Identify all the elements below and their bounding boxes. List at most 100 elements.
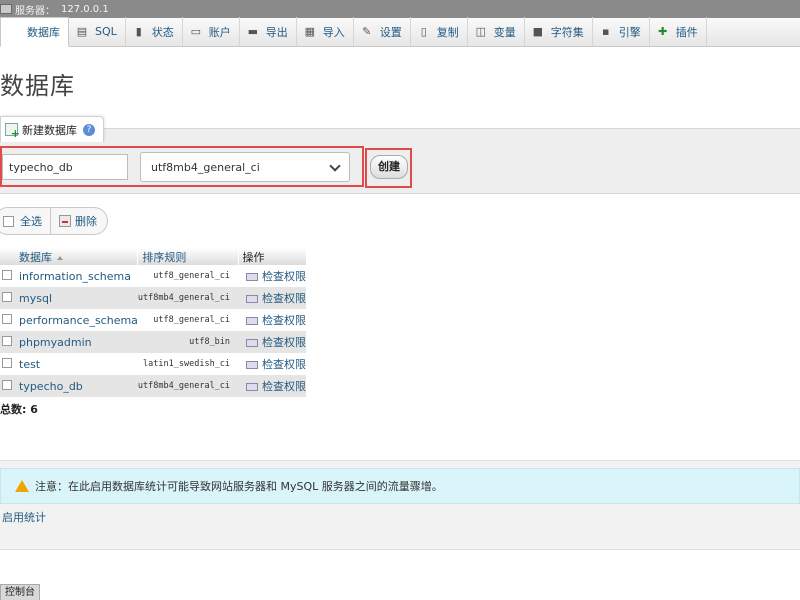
privileges-icon bbox=[246, 273, 259, 281]
privileges-icon bbox=[246, 383, 259, 391]
tab-export[interactable]: ▬ 导出 bbox=[240, 17, 297, 46]
database-link[interactable]: typecho_db bbox=[18, 375, 138, 397]
database-link[interactable]: test bbox=[18, 353, 138, 375]
settings-icon: ✎ bbox=[362, 25, 372, 38]
check-privileges-link[interactable]: 检查权限 bbox=[238, 309, 307, 331]
check-privileges-link[interactable]: 检查权限 bbox=[238, 287, 307, 309]
new-database-icon bbox=[5, 123, 20, 140]
tab-label: 插件 bbox=[675, 25, 698, 39]
table-row: typecho_db utf8mb4_general_ci 检查权限 bbox=[0, 375, 307, 397]
notice-message: 注意：在此启用数据库统计可能导致网站服务器和 MySQL 服务器之间的流量骤增。 bbox=[0, 468, 800, 504]
tab-label: 变量 bbox=[493, 25, 516, 39]
table-row: performance_schema utf8_general_ci 检查权限 bbox=[0, 309, 307, 331]
status-icon: ▮ bbox=[135, 25, 142, 38]
tab-settings[interactable]: ✎ 设置 bbox=[354, 17, 411, 46]
row-checkbox[interactable] bbox=[2, 357, 12, 368]
plugins-icon: ✚ bbox=[658, 25, 668, 38]
create-database-legend: 新建数据库 ? bbox=[0, 116, 104, 142]
database-link[interactable]: performance_schema bbox=[18, 309, 138, 331]
highlight-box bbox=[365, 148, 412, 188]
database-link[interactable]: phpmyadmin bbox=[18, 331, 138, 353]
privileges-icon bbox=[246, 295, 259, 303]
server-label: 服务器： bbox=[15, 5, 55, 17]
collation-cell: utf8mb4_general_ci bbox=[137, 287, 239, 309]
tab-replication[interactable]: ▯ 复制 bbox=[411, 17, 468, 46]
delete-icon bbox=[59, 215, 71, 227]
help-icon[interactable]: ? bbox=[83, 123, 95, 136]
check-privileges-label: 检查权限 bbox=[262, 336, 307, 349]
server-host[interactable]: 127.0.0.1 bbox=[61, 4, 109, 15]
tab-label: 设置 bbox=[379, 25, 402, 39]
table-row: phpmyadmin utf8_bin 检查权限 bbox=[0, 331, 307, 353]
database-link[interactable]: information_schema bbox=[18, 265, 138, 287]
enable-statistics-link[interactable]: 启用统计 bbox=[2, 509, 46, 525]
check-privileges-label: 检查权限 bbox=[262, 358, 307, 371]
tab-label: 复制 bbox=[436, 25, 459, 39]
check-privileges-link[interactable]: 检查权限 bbox=[238, 331, 307, 353]
console-toggle[interactable]: 控制台 bbox=[0, 584, 40, 600]
replication-icon: ▯ bbox=[420, 25, 427, 38]
sort-asc-icon bbox=[57, 255, 63, 260]
column-header-collation[interactable]: 排序规则 bbox=[137, 248, 239, 265]
server-icon bbox=[0, 4, 12, 14]
check-privileges-link[interactable]: 检查权限 bbox=[238, 375, 307, 397]
column-header-label: 操作 bbox=[242, 250, 265, 264]
table-row: information_schema utf8_general_ci 检查权限 bbox=[0, 265, 307, 287]
tab-engines[interactable]: ▪ 引擎 bbox=[593, 17, 650, 46]
column-header-database[interactable]: 数据库 bbox=[0, 248, 139, 265]
tab-label: 数据库 bbox=[27, 26, 60, 39]
highlight-box bbox=[0, 146, 364, 187]
row-checkbox[interactable] bbox=[2, 313, 12, 324]
sql-icon: ▤ bbox=[76, 25, 88, 38]
tab-plugins[interactable]: ✚ 插件 bbox=[650, 17, 707, 46]
row-checkbox[interactable] bbox=[2, 291, 12, 302]
database-total: 总数: 6 bbox=[0, 403, 38, 416]
collation-cell: latin1_swedish_ci bbox=[137, 353, 239, 375]
tab-accounts[interactable]: ▭ 账户 bbox=[183, 17, 240, 46]
column-header-label: 排序规则 bbox=[142, 250, 187, 264]
tab-databases[interactable]: 数据库 bbox=[0, 17, 69, 47]
check-privileges-label: 检查权限 bbox=[262, 314, 307, 327]
tab-label: 导出 bbox=[265, 25, 288, 39]
select-all-label[interactable]: 全选 bbox=[20, 213, 42, 229]
check-privileges-link[interactable]: 检查权限 bbox=[238, 353, 307, 375]
collation-cell: utf8_general_ci bbox=[137, 309, 239, 331]
privileges-icon bbox=[246, 339, 259, 347]
page-title: 数据库 bbox=[0, 72, 75, 100]
check-privileges-label: 检查权限 bbox=[262, 380, 307, 393]
variables-icon: ◫ bbox=[475, 25, 486, 38]
database-table: 数据库 排序规则 操作 information_schema utf8_gene… bbox=[0, 248, 307, 397]
check-privileges-label: 检查权限 bbox=[262, 270, 307, 283]
row-checkbox[interactable] bbox=[2, 269, 12, 280]
export-icon: ▬ bbox=[247, 25, 258, 38]
tab-label: 引擎 bbox=[618, 25, 641, 39]
tab-label: 字符集 bbox=[550, 25, 584, 39]
bulk-actions: 全选 删除 bbox=[0, 207, 108, 235]
table-row: test latin1_swedish_ci 检查权限 bbox=[0, 353, 307, 375]
column-header-label: 数据库 bbox=[19, 250, 52, 264]
check-privileges-label: 检查权限 bbox=[262, 292, 307, 305]
tab-charsets[interactable]: ■ 字符集 bbox=[525, 17, 593, 46]
delete-button[interactable]: 删除 bbox=[75, 213, 97, 229]
main-tab-bar: 数据库 ▤ SQL ▮ 状态 ▭ 账户 ▬ 导出 ▦ 导入 ✎ 设置 ▯ 复制 ◫ 变量 ■ 字符… bbox=[0, 17, 800, 47]
tab-variables[interactable]: ◫ 变量 bbox=[468, 17, 525, 46]
divider bbox=[50, 208, 51, 234]
server-breadcrumb[interactable]: 服务器： 127.0.0.1 bbox=[0, 0, 800, 18]
charset-icon: ■ bbox=[532, 25, 543, 38]
check-privileges-link[interactable]: 检查权限 bbox=[238, 265, 307, 287]
tab-label: 账户 bbox=[208, 25, 231, 39]
row-checkbox[interactable] bbox=[2, 379, 12, 390]
select-all-checkbox[interactable] bbox=[3, 215, 14, 227]
table-row: mysql utf8mb4_general_ci 检查权限 bbox=[0, 287, 307, 309]
warning-icon bbox=[15, 480, 29, 492]
privileges-icon bbox=[246, 317, 259, 325]
database-icon bbox=[7, 26, 21, 39]
tab-sql[interactable]: ▤ SQL bbox=[69, 17, 126, 46]
database-link[interactable]: mysql bbox=[18, 287, 138, 309]
collation-cell: utf8_bin bbox=[137, 331, 239, 353]
tab-label: 状态 bbox=[151, 25, 174, 39]
tab-status[interactable]: ▮ 状态 bbox=[126, 17, 183, 46]
row-checkbox[interactable] bbox=[2, 335, 12, 346]
tab-import[interactable]: ▦ 导入 bbox=[297, 17, 354, 46]
engines-icon: ▪ bbox=[602, 25, 610, 38]
